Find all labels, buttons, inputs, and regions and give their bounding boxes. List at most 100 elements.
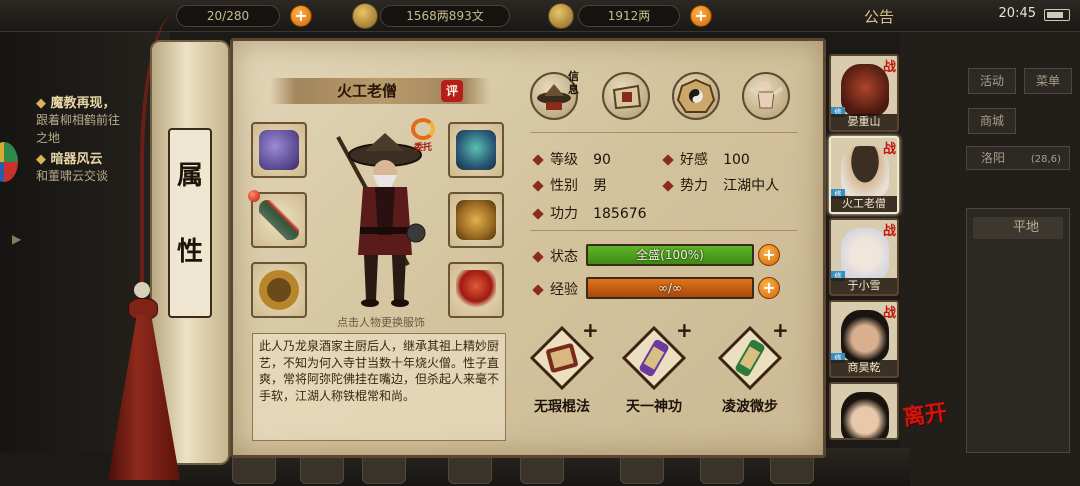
- silver-ingot-icon: [548, 3, 574, 29]
- tassel-bead: [134, 282, 150, 298]
- leave-button[interactable]: 离开: [901, 399, 954, 457]
- avatar: [841, 310, 889, 362]
- roster-name: 晏重山: [831, 114, 897, 130]
- equip-slot-armor[interactable]: [448, 192, 504, 248]
- character-bio: 此人乃龙泉酒家主厨后人，继承其祖上精妙厨艺，不知为何入寺甘当数十年烧火僧。性子直…: [252, 333, 506, 441]
- skill-slot-2[interactable]: [621, 325, 687, 391]
- quest-title: 魔教再现，: [50, 96, 116, 111]
- silver-value: 1912两: [607, 9, 651, 23]
- roster-card[interactable]: 战 修 于小雪: [829, 218, 899, 296]
- notification-dot: [248, 190, 260, 202]
- stat-level: 等级 90: [532, 149, 611, 169]
- entrust-button[interactable]: 委托: [409, 118, 437, 153]
- stat-value: 100: [723, 152, 750, 168]
- stat-favor: 好感 100: [662, 149, 750, 169]
- entrust-icon: [411, 118, 435, 140]
- tab-info-label: 信息: [568, 70, 579, 96]
- change-outfit-hint: 点击人物更换服饰: [337, 316, 425, 329]
- equip-slot-headgear[interactable]: [448, 122, 504, 178]
- roster-card[interactable]: [829, 382, 899, 440]
- tab-bagua[interactable]: [672, 72, 720, 120]
- menu-button[interactable]: 菜单: [1024, 68, 1072, 94]
- staff-manual-icon: [529, 325, 595, 391]
- scroll-manual-icon: [621, 325, 687, 391]
- silver-add-button[interactable]: +: [690, 5, 712, 27]
- location-name: 洛阳: [981, 151, 1006, 165]
- location-display[interactable]: 洛阳 (28,6): [966, 146, 1070, 170]
- stat-label: 状态: [550, 249, 578, 265]
- diamond-bullet-icon: [662, 179, 674, 192]
- avatar: [841, 392, 889, 438]
- battle-tag: 战: [882, 224, 896, 239]
- status-add-button[interactable]: +: [758, 244, 780, 266]
- divider: [530, 132, 798, 133]
- battery-icon: [1044, 9, 1070, 21]
- stat-value: 男: [593, 178, 608, 194]
- stat-value: 90: [593, 152, 611, 168]
- avatar: [841, 146, 889, 198]
- exp-bar: ∞/∞: [586, 277, 754, 299]
- diamond-bullet-icon: [532, 207, 544, 220]
- copper-value: 1568两893文: [406, 9, 484, 23]
- battle-tag: 战: [882, 306, 896, 321]
- diamond-bullet-icon: [532, 179, 544, 192]
- expand-arrow-icon[interactable]: ▶: [12, 232, 21, 246]
- activity-button[interactable]: 活动: [968, 68, 1016, 94]
- announcement-button[interactable]: 公告: [864, 6, 894, 27]
- skill-slot-3[interactable]: [717, 325, 783, 391]
- skill-name: 无瑕棍法: [534, 399, 590, 415]
- equip-slot-ring[interactable]: [251, 262, 307, 318]
- entrust-label: 委托: [413, 143, 432, 153]
- copper-coin-icon: [352, 3, 378, 29]
- body-figure-icon: [748, 81, 784, 109]
- scroll-label-char: 属: [176, 161, 203, 191]
- equip-slot-weapon[interactable]: [251, 192, 307, 248]
- roster-name: 商昊乾: [831, 360, 897, 376]
- battle-tag: 战: [882, 142, 896, 157]
- terrain-value: 平地: [1013, 220, 1040, 235]
- stat-power: 功力 185676: [532, 203, 647, 223]
- scroll-label-char: 性: [176, 237, 203, 267]
- stat-gender: 性别 男: [532, 175, 608, 195]
- skill-name: 天一神功: [626, 399, 682, 415]
- stat-label: 好感: [680, 152, 708, 168]
- party-roster: 战 修 晏重山 战 修 火工老僧 战 修 于小雪 战 修 商昊乾: [829, 46, 899, 442]
- roster-card[interactable]: 战 修 火工老僧: [829, 136, 899, 214]
- terrain-label: 平地: [973, 217, 1063, 239]
- stat-label: 经验: [550, 282, 578, 298]
- tab-inventory[interactable]: [602, 72, 650, 120]
- stat-label: 功力: [550, 206, 578, 222]
- equip-slot-charm[interactable]: [448, 262, 504, 318]
- roster-card[interactable]: 战 修 晏重山: [829, 54, 899, 132]
- ring-icon: [259, 270, 299, 310]
- attributes-scroll-label: 属 性: [168, 128, 212, 318]
- equip-slot-gloves[interactable]: [251, 122, 307, 178]
- headgear-icon: [456, 130, 496, 170]
- roster-card[interactable]: 战 修 商昊乾: [829, 300, 899, 378]
- divider: [530, 230, 798, 231]
- character-name: 火工老僧: [336, 82, 397, 100]
- battle-tag: 战: [882, 60, 896, 75]
- avatar: [841, 64, 889, 116]
- quest-tracker-icon[interactable]: [0, 142, 18, 182]
- diamond-bullet-icon: [532, 283, 544, 296]
- skill-slot-1[interactable]: [529, 325, 595, 391]
- stat-label: 性别: [550, 178, 578, 194]
- clock: 20:45: [998, 6, 1036, 21]
- stat-label: 等级: [550, 152, 578, 168]
- exp-add-button[interactable]: +: [758, 277, 780, 299]
- armor-icon: [456, 200, 496, 240]
- silver-display: 1912两: [578, 5, 680, 27]
- tab-meridian[interactable]: [742, 72, 790, 120]
- diamond-bullet-icon: [532, 250, 544, 263]
- stat-value: 江湖中人: [723, 178, 780, 194]
- stamina-add-button[interactable]: +: [290, 5, 312, 27]
- roster-name: 火工老僧: [831, 196, 897, 212]
- stat-faction: 势力 江湖中人: [662, 175, 780, 195]
- shop-button[interactable]: 商城: [968, 108, 1016, 134]
- minimap[interactable]: 平地: [966, 208, 1070, 453]
- rate-button[interactable]: 评: [441, 80, 463, 102]
- diamond-bullet-icon: [532, 153, 544, 166]
- stat-status-label: 状态: [532, 246, 578, 266]
- stamina-value: 20/280: [206, 9, 250, 23]
